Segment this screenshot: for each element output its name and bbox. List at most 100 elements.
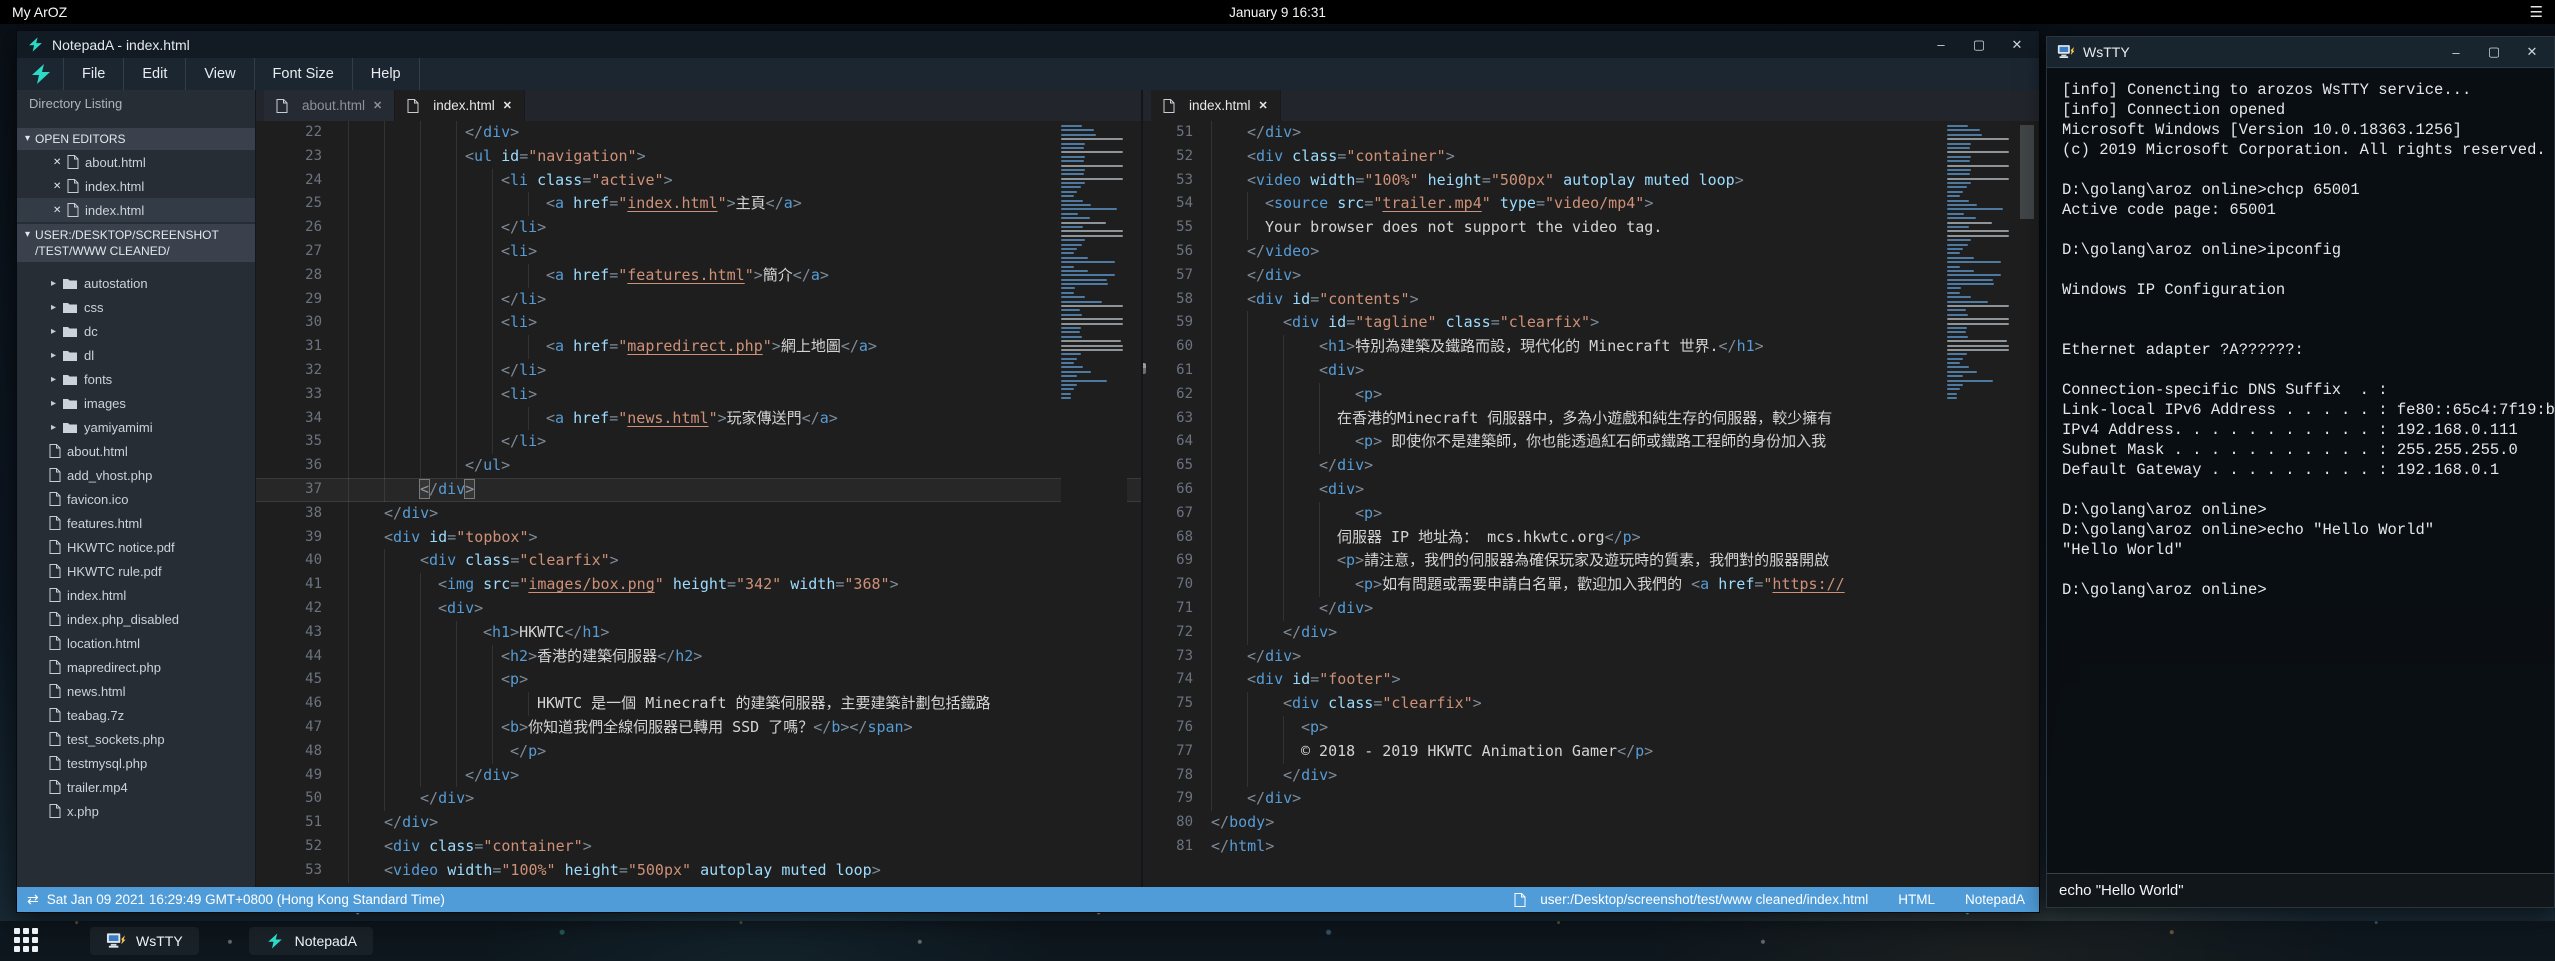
maximize-button[interactable]: ▢ [1971,37,1987,53]
close-icon[interactable]: ✕ [53,181,67,192]
code-line[interactable]: 80 </body> [1143,811,2039,835]
tree-folder[interactable]: ▸ dc [17,319,255,343]
code-line[interactable]: 58 <div id="contents"> [1143,288,2039,312]
code-line[interactable]: 40 <div class="clearfix"> [256,549,1141,573]
tree-folder[interactable]: ▸ fonts [17,367,255,391]
code-line[interactable]: 51 </div> [1143,121,2039,145]
code-line[interactable]: 74 <div id="footer"> [1143,668,2039,692]
code-line[interactable]: 27 <li> [256,240,1141,264]
close-icon[interactable]: ✕ [1259,99,1268,112]
code-line[interactable]: 48 </p> [256,740,1141,764]
close-button[interactable]: ✕ [2009,37,2025,53]
tree-file[interactable]: index.php_disabled [17,607,255,631]
statusbar-language[interactable]: HTML [1898,892,1935,907]
code-line[interactable]: 65 </div> [1143,454,2039,478]
tree-folder[interactable]: ▸ images [17,391,255,415]
minimap[interactable] [1947,123,2009,887]
code-line[interactable]: 76 <p> [1143,716,2039,740]
code-line[interactable]: 67 <p> [1143,502,2039,526]
code-line[interactable]: 23 <ul id="navigation"> [256,145,1141,169]
tree-folder[interactable]: ▸ css [17,295,255,319]
code-line[interactable]: 47 <b>你知道我們全線伺服器已轉用 SSD 了嗎？</b></span> [256,716,1141,740]
code-line[interactable]: 57 </div> [1143,264,2039,288]
menu-item-font-size[interactable]: Font Size [254,58,352,90]
code-line[interactable]: 32 </li> [256,359,1141,383]
code-line[interactable]: 60 <h1>特別為建築及鐵路而設，現代化的 Minecraft 世界.</h1… [1143,335,2039,359]
code-line[interactable]: 44 <h2>香港的建築伺服器</h2> [256,645,1141,669]
code-line[interactable]: 69 <p>請注意，我們的伺服器為確保玩家及遊玩時的質素，我們對的服器開啟 [1143,549,2039,573]
code-line[interactable]: 43 <h1>HKWTC</h1> [256,621,1141,645]
app-launcher-grid-icon[interactable] [14,928,40,954]
menu-item-help[interactable]: Help [352,58,420,90]
tree-file[interactable]: features.html [17,511,255,535]
terminal-input[interactable]: echo "Hello World" [2047,873,2554,907]
tree-folder[interactable]: ▸ yamiyamimi [17,415,255,439]
code-line[interactable]: 63 在香港的Minecraft 伺服器中，多為小遊戲和純生存的伺服器，較少擁有 [1143,407,2039,431]
code-line[interactable]: 77 © 2018 - 2019 HKWTC Animation Gamer</… [1143,740,2039,764]
open-editor-item[interactable]: ✕ about.html [17,150,255,174]
code-line[interactable]: 62 <p> [1143,383,2039,407]
code-line[interactable]: 46 HKWTC 是一個 Minecraft 的建築伺服器，主要建築計劃包括鐵路 [256,692,1141,716]
tree-file[interactable]: news.html [17,679,255,703]
scrollbar-thumb[interactable] [2020,125,2034,219]
code-line[interactable]: 81 </html> [1143,835,2039,859]
code-line[interactable]: 39 <div id="topbox"> [256,526,1141,550]
code-line[interactable]: 37 </div> [256,478,1141,502]
code-line[interactable]: 68 伺服器 IP 地址為： mcs.hkwtc.org</p> [1143,526,2039,550]
close-icon[interactable]: ✕ [53,157,67,168]
tree-file[interactable]: x.php [17,799,255,823]
code-line[interactable]: 53 <video width="100%" height="500px" au… [1143,169,2039,193]
tree-file[interactable]: mapredirect.php [17,655,255,679]
code-line[interactable]: 35 </li> [256,430,1141,454]
code-line[interactable]: 72 </div> [1143,621,2039,645]
code-line[interactable]: 49 </div> [256,764,1141,788]
tree-file[interactable]: teabag.7z [17,703,255,727]
code-line[interactable]: 36 </ul> [256,454,1141,478]
tree-file[interactable]: trailer.mp4 [17,775,255,799]
tree-folder[interactable]: ▸ dl [17,343,255,367]
code-line[interactable]: 66 <div> [1143,478,2039,502]
code-line[interactable]: 28 <a href="features.html">簡介</a> [256,264,1141,288]
code-line[interactable]: 70 <p>如有問題或需要申請白名單，歡迎加入我們的 <a href="http… [1143,573,2039,597]
tree-folder[interactable]: ▸ autostation [17,271,255,295]
tree-file[interactable]: location.html [17,631,255,655]
code-line[interactable]: 59 <div id="tagline" class="clearfix"> [1143,311,2039,335]
code-line[interactable]: 55 Your browser does not support the vid… [1143,216,2039,240]
menu-item-edit[interactable]: Edit [123,58,185,90]
code-line[interactable]: 54 <source src="trailer.mp4" type="video… [1143,192,2039,216]
code-line[interactable]: 78 </div> [1143,764,2039,788]
code-editor-left[interactable]: 22 </div> 23 <ul id="navigation"> 24 <li… [256,121,1141,887]
code-line[interactable]: 42 <div> [256,597,1141,621]
code-line[interactable]: 34 <a href="news.html">玩家傳送門</a> [256,407,1141,431]
code-line[interactable]: 26 </li> [256,216,1141,240]
code-line[interactable]: 56 </video> [1143,240,2039,264]
workspace-section-header[interactable]: ▾ USER:/DESKTOP/SCREENSHOT/TEST/WWW CLEA… [17,224,255,262]
code-line[interactable]: 24 <li class="active"> [256,169,1141,193]
tree-file[interactable]: test_sockets.php [17,727,255,751]
editor-tab[interactable]: index.html ✕ [395,90,525,121]
notepada-titlebar[interactable]: NotepadA - index.html – ▢ ✕ [17,31,2039,58]
code-line[interactable]: 29 </li> [256,288,1141,312]
open-editor-item[interactable]: ✕ index.html [17,198,255,222]
code-line[interactable]: 61 <div> [1143,359,2039,383]
code-line[interactable]: 71 </div> [1143,597,2039,621]
minimap[interactable] [1061,123,1127,887]
taskbar-item-notepada[interactable]: NotepadA [249,927,373,955]
code-line[interactable]: 75 <div class="clearfix"> [1143,692,2039,716]
wstty-titlebar[interactable]: WsTTY – ▢ ✕ [2047,37,2554,68]
code-line[interactable]: 53 <video width="100%" height="500px" au… [256,859,1141,883]
menu-item-view[interactable]: View [185,58,253,90]
statusbar-filepath[interactable]: user:/Desktop/screenshot/test/www cleane… [1540,892,1868,907]
code-line[interactable]: 73 </div> [1143,645,2039,669]
code-line[interactable]: 22 </div> [256,121,1141,145]
code-editor-right[interactable]: 51 </div> 52 <div class="container"> 53 … [1143,121,2039,887]
code-line[interactable]: 31 <a href="mapredirect.php">網上地圖</a> [256,335,1141,359]
close-button[interactable]: ✕ [2524,44,2540,60]
close-icon[interactable]: ✕ [373,99,382,112]
close-icon[interactable]: ✕ [53,205,67,216]
close-icon[interactable]: ✕ [503,99,512,112]
tree-file[interactable]: HKWTC notice.pdf [17,535,255,559]
tree-file[interactable]: HKWTC rule.pdf [17,559,255,583]
tree-file[interactable]: testmysql.php [17,751,255,775]
code-line[interactable]: 45 <p> [256,668,1141,692]
